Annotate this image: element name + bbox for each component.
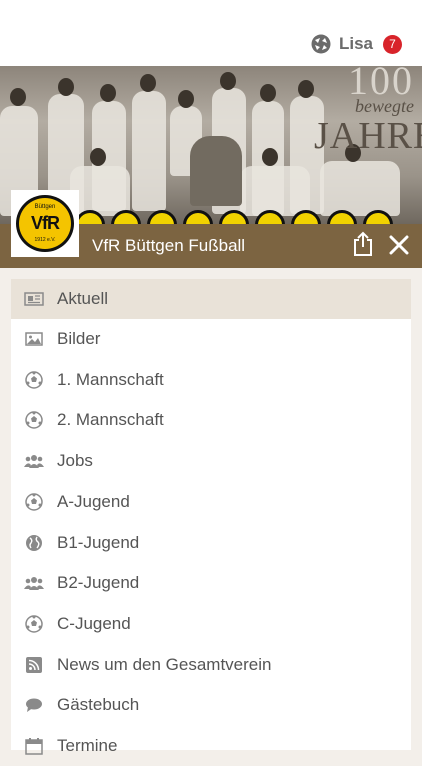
soccer-ball-icon <box>24 492 44 512</box>
menu-item-label: Bilder <box>57 329 101 348</box>
share-icon[interactable] <box>352 231 374 257</box>
newspaper-icon <box>24 289 44 309</box>
menu-item-news-gesamtverein[interactable]: News um den Gesamtverein <box>11 645 411 685</box>
users-icon <box>24 573 44 593</box>
users-icon <box>24 451 44 471</box>
user-name[interactable]: Lisa <box>339 34 373 54</box>
image-icon <box>24 329 44 349</box>
menu-item-b1-jugend[interactable]: B1-Jugend <box>11 523 411 563</box>
soccer-ball-icon <box>24 410 44 430</box>
top-bar: Lisa 7 <box>0 0 422 66</box>
user-switch-icon <box>311 34 331 54</box>
club-title: VfR Büttgen Fußball <box>92 236 246 255</box>
soccer-ball-icon <box>24 370 44 390</box>
menu-item-a-jugend[interactable]: A-Jugend <box>11 482 411 522</box>
club-crest: Büttgen VfR 1912 e.V. <box>16 195 74 252</box>
calendar-icon <box>24 736 44 756</box>
menu-item-bilder[interactable]: Bilder <box>11 319 411 359</box>
crest-top-text: Büttgen <box>34 204 56 210</box>
menu-item-1-mannschaft[interactable]: 1. Mannschaft <box>11 360 411 400</box>
club-logo: Büttgen VfR 1912 e.V. <box>11 190 79 257</box>
menu-item-aktuell[interactable]: Aktuell <box>11 279 411 319</box>
menu-item-label: 1. Mannschaft <box>57 370 164 389</box>
menu-item-label: B2-Jugend <box>57 573 140 592</box>
anniversary-tagline: 100 bewegte JAHRE <box>314 66 422 157</box>
menu-item-2-mannschaft[interactable]: 2. Mannschaft <box>11 400 411 440</box>
menu-item-c-jugend[interactable]: C-Jugend <box>11 604 411 644</box>
menu-item-label: A-Jugend <box>57 492 130 511</box>
menu-item-termine[interactable]: Termine <box>11 726 411 766</box>
menu-item-label: Aktuell <box>57 289 109 308</box>
navigation-menu: Aktuell Bilder 1. Mannschaft 2. Mannscha… <box>11 279 411 755</box>
close-icon[interactable] <box>388 234 410 256</box>
anniversary-number: 100 <box>348 66 414 103</box>
rss-icon <box>24 655 44 675</box>
soccer-ball-icon <box>24 614 44 634</box>
menu-item-label: Jobs <box>57 451 93 470</box>
menu-item-label: News um den Gesamtverein <box>57 655 272 674</box>
globe-icon <box>24 533 44 553</box>
crest-bottom-text: 1912 e.V. <box>34 237 56 243</box>
notification-badge[interactable]: 7 <box>383 34 402 54</box>
crest-main-text: VfR <box>31 213 60 233</box>
menu-item-label: Termine <box>57 736 118 755</box>
menu-item-gaestebuch[interactable]: Gästebuch <box>11 685 411 725</box>
anniversary-sub: bewegte <box>355 96 414 116</box>
menu-item-jobs[interactable]: Jobs <box>11 441 411 481</box>
menu-item-label: Gästebuch <box>57 695 140 714</box>
menu-item-label: B1-Jugend <box>57 533 140 552</box>
user-menu[interactable]: Lisa 7 <box>311 31 402 57</box>
menu-item-label: 2. Mannschaft <box>57 410 164 429</box>
menu-item-label: C-Jugend <box>57 614 131 633</box>
anniversary-word: JAHRE <box>314 115 422 157</box>
chat-bubble-icon <box>24 695 44 715</box>
menu-item-b2-jugend[interactable]: B2-Jugend <box>11 563 411 603</box>
